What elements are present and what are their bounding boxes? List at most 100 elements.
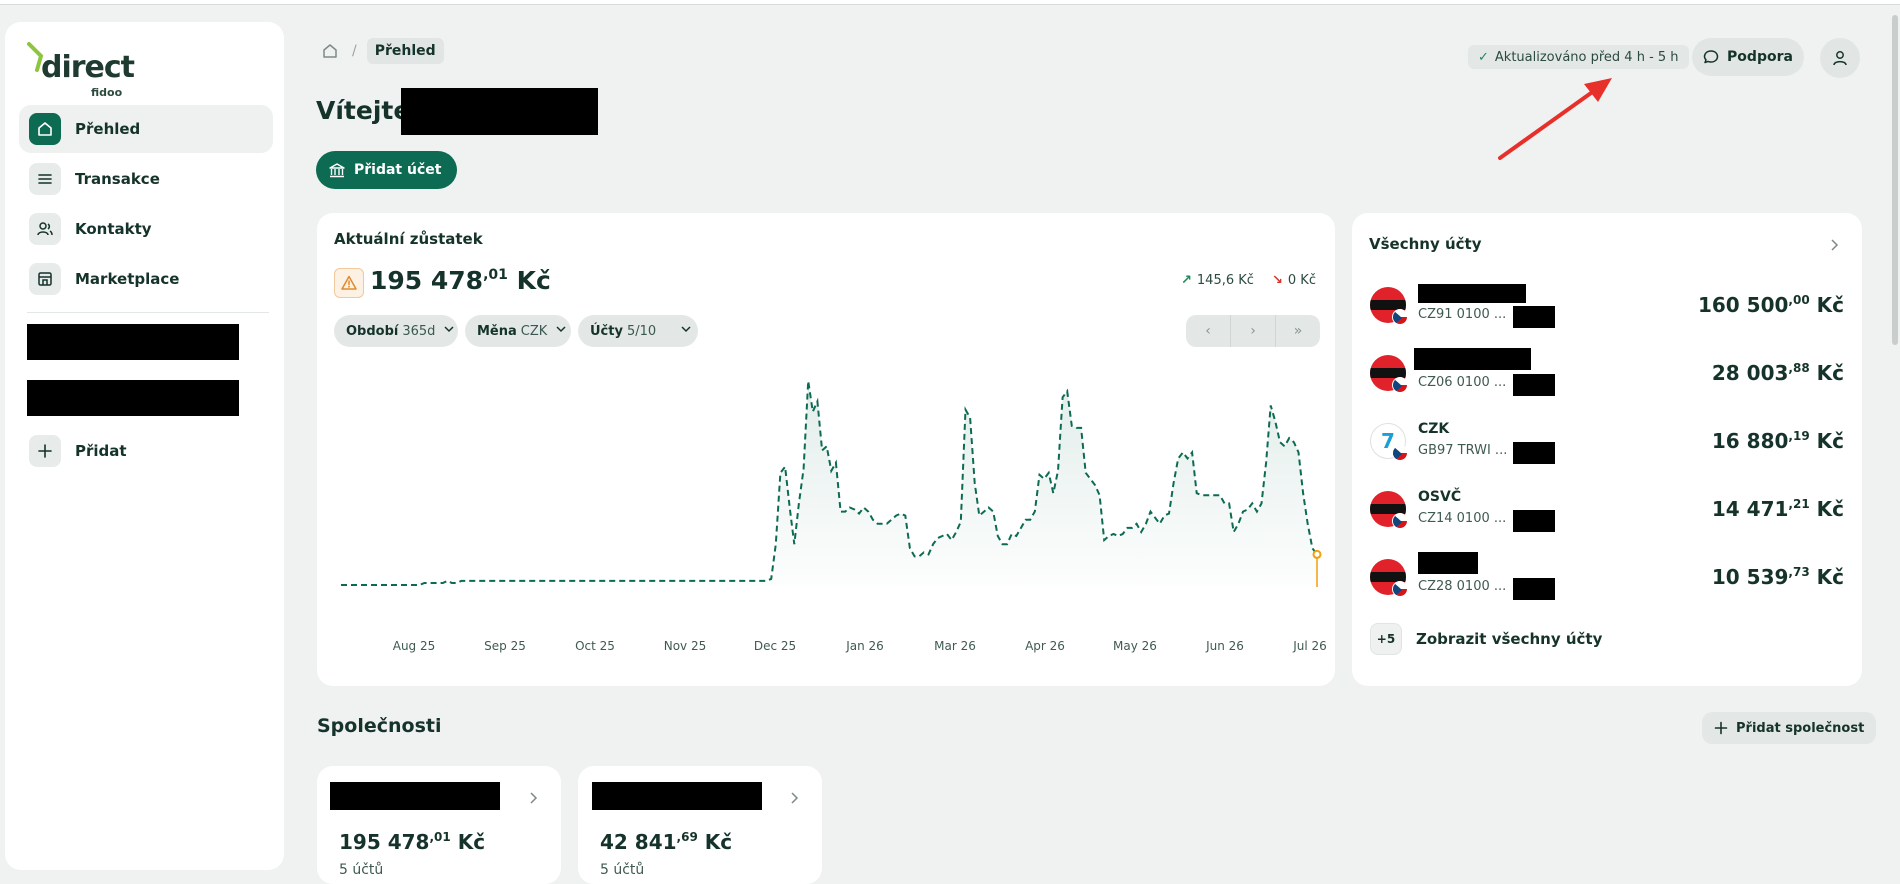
- chat-bubble-icon: [1703, 50, 1719, 64]
- company-card[interactable]: 42 841,69 Kč 5 účtů: [578, 766, 822, 884]
- show-all-accounts-link[interactable]: +5 Zobrazit všechny účty: [1370, 623, 1602, 655]
- chart-x-tick-label: Nov 25: [664, 639, 707, 653]
- account-amount: 10 539,73 Kč: [1712, 565, 1844, 589]
- redacted-iban-suffix: [1513, 578, 1555, 600]
- direct-fidoo-logo[interactable]: direct fidoo: [27, 40, 147, 99]
- support-button[interactable]: Podpora: [1692, 38, 1804, 76]
- account-row[interactable]: CZ91 0100 ... 160 500,00 Kč: [1370, 277, 1844, 333]
- chevron-right-icon: [527, 790, 539, 809]
- account-currency: Kč: [1816, 293, 1844, 317]
- chart-x-tick-label: Jan 26: [845, 639, 884, 653]
- redacted-account-name: [1418, 552, 1478, 574]
- chevron-right-icon[interactable]: ›: [1230, 315, 1275, 347]
- company-amount-main: 42 841: [600, 830, 677, 854]
- czech-flag-icon: [1392, 513, 1408, 529]
- filter-value: 5/10: [626, 323, 657, 339]
- redacted-iban-suffix: [1513, 510, 1555, 532]
- add-account-button[interactable]: Přidat účet: [316, 151, 458, 189]
- company-balance: 195 478,01 Kč: [339, 830, 485, 854]
- breadcrumb-separator: /: [352, 43, 357, 59]
- balance-amount-decimals: ,01: [483, 267, 508, 283]
- company-balance: 42 841,69 Kč: [600, 830, 732, 854]
- store-icon: [29, 263, 61, 295]
- redacted-iban-suffix: [1513, 442, 1555, 464]
- account-row[interactable]: CZ28 0100 ... 10 539,73 Kč: [1370, 549, 1844, 605]
- plus-icon: [1714, 721, 1728, 735]
- page-scrollbar[interactable]: [1890, 5, 1900, 884]
- accounts-title[interactable]: Všechny účty: [1369, 235, 1481, 253]
- chart-x-tick-label: Jun 26: [1205, 639, 1244, 653]
- scrollbar-thumb[interactable]: [1892, 15, 1898, 345]
- sidebar-item-marketplace[interactable]: Marketplace: [19, 255, 273, 303]
- account-row[interactable]: OSVČ CZ14 0100 ... 14 471,21 Kč: [1370, 481, 1844, 537]
- czech-flag-icon: [1392, 581, 1408, 597]
- arrow-up-right-icon: ↗: [1181, 273, 1192, 288]
- filter-period-dropdown[interactable]: Období 365d: [334, 315, 458, 347]
- home-icon: [29, 113, 61, 145]
- add-company-button[interactable]: Přidat společnost: [1702, 712, 1877, 744]
- filter-currency-dropdown[interactable]: Měna CZK: [465, 315, 571, 347]
- account-name: CZK: [1418, 421, 1450, 437]
- sidebar-item-prehled[interactable]: Přehled: [19, 105, 273, 153]
- redacted-account-name: [1414, 348, 1531, 370]
- company-account-count: 5 účtů: [600, 862, 645, 878]
- chart-x-tick-label: Apr 26: [1025, 639, 1065, 653]
- user-icon: [1833, 51, 1847, 66]
- list-icon: [29, 163, 61, 195]
- redacted-company-2[interactable]: [27, 380, 239, 416]
- plus-icon: [29, 435, 61, 467]
- balance-chart: Aug 25 Sep 25 Oct 25 Nov 25 Dec 25 Jan 26 Mar …: [341, 380, 1327, 653]
- chevron-right-icon: [788, 790, 800, 809]
- account-currency: Kč: [1816, 497, 1844, 521]
- account-row[interactable]: 7 CZK GB97 TRWI ... 16 880,19 Kč: [1370, 413, 1844, 469]
- arrow-down-right-icon: ↘: [1272, 273, 1283, 288]
- filter-accounts-dropdown[interactable]: Účty 5/10: [578, 315, 698, 347]
- redacted-company-1[interactable]: [27, 324, 239, 360]
- window-top-edge: [0, 0, 1900, 5]
- user-menu-button[interactable]: [1820, 38, 1860, 78]
- contacts-icon: [29, 213, 61, 245]
- more-accounts-badge: +5: [1370, 623, 1402, 655]
- chevron-down-icon: [680, 323, 692, 339]
- double-chevron-right-icon[interactable]: »: [1275, 315, 1320, 347]
- chevron-right-icon[interactable]: [1828, 237, 1840, 256]
- account-currency: Kč: [1816, 565, 1844, 589]
- outgoing-total: ↘ 0 Kč: [1272, 273, 1316, 288]
- support-label: Podpora: [1727, 49, 1793, 65]
- filter-value: CZK: [520, 323, 548, 339]
- company-card[interactable]: 195 478,01 Kč 5 účtů: [317, 766, 561, 884]
- sidebar-item-pridat[interactable]: Přidat: [19, 427, 273, 475]
- warning-icon[interactable]: [334, 268, 364, 298]
- account-amount-main: 160 500: [1697, 293, 1789, 317]
- sidebar: direct fidoo Přehled Transakce Kontakty …: [5, 22, 284, 870]
- account-amount-decimals: ,19: [1788, 429, 1810, 443]
- account-row[interactable]: CZ06 0100 ... 28 003,88 Kč: [1370, 345, 1844, 401]
- chart-x-tick-label: Sep 25: [484, 639, 526, 653]
- sidebar-item-transakce[interactable]: Transakce: [19, 155, 273, 203]
- sidebar-item-label: Marketplace: [75, 270, 180, 288]
- home-icon[interactable]: [318, 39, 342, 63]
- chevron-down-icon: [443, 323, 455, 339]
- account-iban: CZ06 0100 ...: [1418, 375, 1507, 390]
- sidebar-item-kontakty[interactable]: Kontakty: [19, 205, 273, 253]
- company-amount-main: 195 478: [339, 830, 430, 854]
- chart-area-fill: [341, 381, 1317, 585]
- account-currency: Kč: [1816, 361, 1844, 385]
- breadcrumb-current: Přehled: [366, 38, 444, 64]
- account-amount: 160 500,00 Kč: [1698, 293, 1844, 317]
- account-name: OSVČ: [1418, 489, 1462, 505]
- account-amount-main: 14 471: [1711, 497, 1789, 521]
- account-amount-decimals: ,00: [1788, 293, 1810, 307]
- last-updated-text: Aktualizováno před 4 h - 5 h: [1494, 49, 1679, 65]
- chart-end-marker[interactable]: [1312, 549, 1322, 559]
- redacted-iban-suffix: [1513, 374, 1555, 396]
- show-all-accounts-label: Zobrazit všechny účty: [1416, 630, 1603, 648]
- chevron-left-icon[interactable]: ‹: [1186, 315, 1230, 347]
- account-amount-decimals: ,73: [1788, 565, 1810, 579]
- company-amount-decimals: ,01: [429, 830, 451, 844]
- balance-card: Aktuální zůstatek 195 478,01 Kč ↗ 145,6 …: [317, 213, 1335, 686]
- accounts-card: Všechny účty CZ91 0100 ... 160 500,00 Kč…: [1352, 213, 1862, 686]
- account-amount: 14 471,21 Kč: [1712, 497, 1844, 521]
- redacted-user-name: [401, 88, 598, 135]
- add-account-label: Přidat účet: [354, 162, 442, 178]
